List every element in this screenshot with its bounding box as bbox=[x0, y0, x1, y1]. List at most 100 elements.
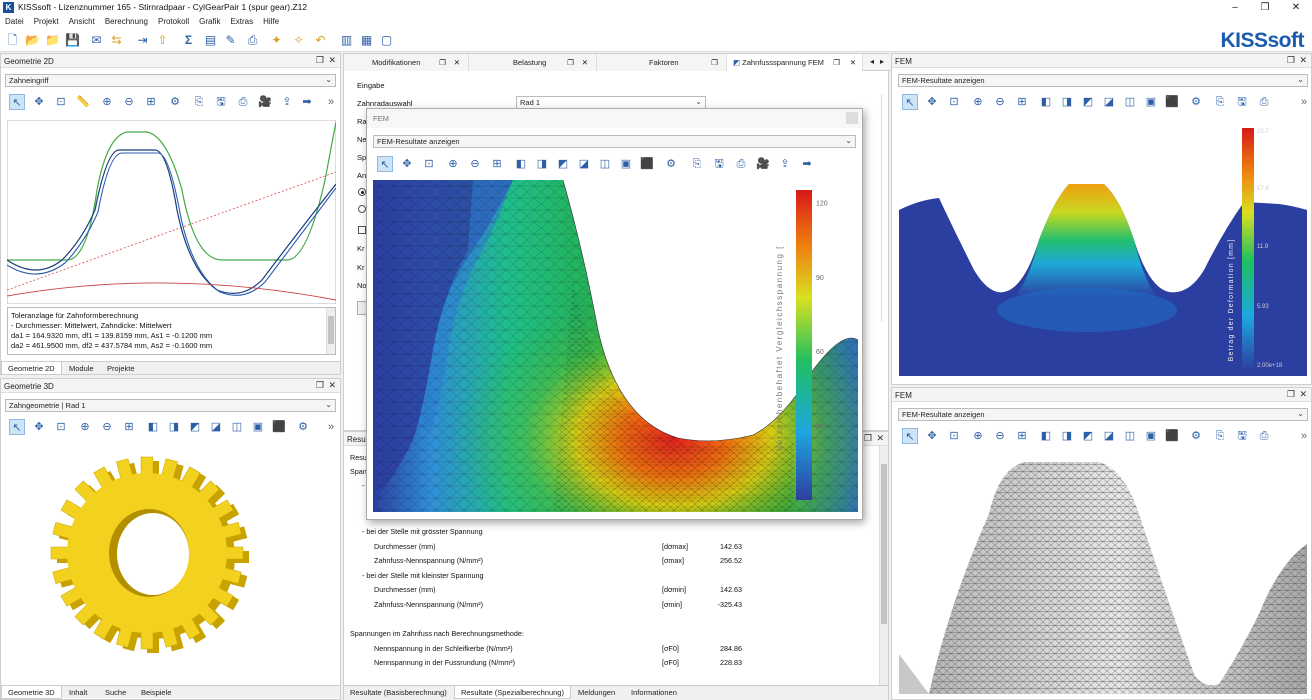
mail-icon[interactable]: ✉ bbox=[88, 32, 105, 49]
menu-grafik[interactable]: Grafik bbox=[194, 15, 225, 28]
tab-scroll-right-icon[interactable]: ▸ bbox=[880, 57, 884, 66]
zoom-window-icon[interactable]: ⊡ bbox=[421, 156, 437, 172]
tab-meldungen[interactable]: Meldungen bbox=[572, 686, 621, 699]
settings-icon[interactable]: ⚙ bbox=[1188, 428, 1204, 444]
tab-scroll-left-icon[interactable]: ◂ bbox=[870, 57, 874, 66]
view-front-icon[interactable]: ◧ bbox=[1038, 94, 1054, 110]
float-icon[interactable]: ❐ bbox=[833, 58, 840, 67]
settings-icon[interactable]: ⚙ bbox=[167, 94, 183, 110]
tab-informationen[interactable]: Informationen bbox=[625, 686, 683, 699]
calculate-icon[interactable]: Σ bbox=[180, 32, 197, 49]
fem-popup-close-icon[interactable] bbox=[846, 112, 858, 124]
select-icon[interactable]: ↖ bbox=[9, 419, 25, 435]
menu-projekt[interactable]: Projekt bbox=[29, 15, 64, 28]
report-icon[interactable]: ▤ bbox=[202, 32, 219, 49]
select-icon[interactable]: ↖ bbox=[9, 94, 25, 110]
forward-icon[interactable]: ➡ bbox=[799, 156, 815, 172]
export-icon[interactable]: ⇆ bbox=[108, 32, 125, 49]
zoom-fit-icon[interactable]: ⊞ bbox=[1014, 94, 1030, 110]
more-icon[interactable]: » bbox=[1296, 428, 1312, 444]
copy-icon[interactable]: ⎘ bbox=[191, 94, 207, 110]
restore-icon[interactable]: ❐ bbox=[1251, 0, 1279, 15]
view-bottom-icon[interactable]: ▣ bbox=[618, 156, 634, 172]
view-left-icon[interactable]: ◩ bbox=[1080, 428, 1096, 444]
radio-option-1[interactable] bbox=[358, 188, 366, 196]
zoom-in-icon[interactable]: ⊕ bbox=[445, 156, 461, 172]
float-icon[interactable]: ❐ bbox=[439, 58, 446, 67]
pan-icon[interactable]: ✥ bbox=[924, 94, 940, 110]
import-icon[interactable]: ⇥ bbox=[134, 32, 151, 49]
tab-module[interactable]: Module bbox=[63, 362, 100, 375]
view-top-icon[interactable]: ◫ bbox=[597, 156, 613, 172]
close-tab-icon[interactable]: ✕ bbox=[454, 58, 460, 67]
video-icon[interactable]: 🎥 bbox=[257, 94, 273, 110]
view-right-icon[interactable]: ◪ bbox=[208, 419, 224, 435]
results-scrollbar[interactable] bbox=[879, 446, 888, 686]
zoom-window-icon[interactable]: ⊡ bbox=[946, 94, 962, 110]
close-panel-icon[interactable]: ✕ bbox=[1299, 55, 1307, 66]
view-back-icon[interactable]: ◨ bbox=[166, 419, 182, 435]
folder-up-icon[interactable]: ⇧ bbox=[154, 32, 171, 49]
tab-geometrie-3d[interactable]: Geometrie 3D bbox=[1, 686, 62, 699]
new-file-icon[interactable]: 🗋 bbox=[4, 32, 21, 49]
view-front-icon[interactable]: ◧ bbox=[145, 419, 161, 435]
open-project-icon[interactable]: 📁 bbox=[44, 32, 61, 49]
more-icon[interactable]: » bbox=[323, 94, 339, 110]
minimize-icon[interactable]: – bbox=[1221, 0, 1249, 15]
geometry-2d-dropdown[interactable]: Zahneingriff ⌄ bbox=[5, 74, 336, 87]
menu-ansicht[interactable]: Ansicht bbox=[64, 15, 100, 28]
table-icon[interactable]: ▦ bbox=[358, 32, 375, 49]
zoom-in-icon[interactable]: ⊕ bbox=[970, 94, 986, 110]
view-left-icon[interactable]: ◩ bbox=[555, 156, 571, 172]
settings-icon[interactable]: ⚙ bbox=[1188, 94, 1204, 110]
pan-icon[interactable]: ✥ bbox=[31, 419, 47, 435]
sizing-icon[interactable]: ✦ bbox=[268, 32, 285, 49]
zoom-window-icon[interactable]: ⊡ bbox=[53, 94, 69, 110]
zoom-in-icon[interactable]: ⊕ bbox=[77, 419, 93, 435]
zoom-fit-icon[interactable]: ⊞ bbox=[121, 419, 137, 435]
tab-projekte[interactable]: Projekte bbox=[101, 362, 141, 375]
float-icon[interactable]: ❐ bbox=[567, 58, 574, 67]
view-iso-icon[interactable]: ⬛ bbox=[639, 156, 655, 172]
tab-belastung[interactable]: Belastung ❐ ✕ bbox=[469, 54, 597, 71]
copy-icon[interactable]: ⎘ bbox=[1212, 428, 1228, 444]
zoom-out-icon[interactable]: ⊖ bbox=[992, 428, 1008, 444]
tab-zahnfussspannung-fem[interactable]: ◩ Zahnfussspannung FEM ❐ ✕ bbox=[727, 54, 863, 71]
close-panel-icon[interactable]: ✕ bbox=[876, 433, 884, 444]
view-front-icon[interactable]: ◧ bbox=[1038, 428, 1054, 444]
float-icon[interactable]: ❐ bbox=[316, 380, 324, 391]
video-icon[interactable]: 🎥 bbox=[755, 156, 771, 172]
view-front-icon[interactable]: ◧ bbox=[513, 156, 529, 172]
more-icon[interactable]: » bbox=[1296, 94, 1312, 110]
view-right-icon[interactable]: ◪ bbox=[1101, 428, 1117, 444]
tab-modifikationen[interactable]: Modifikationen ❐ ✕ bbox=[344, 54, 469, 71]
settings-icon[interactable]: ⚙ bbox=[663, 156, 679, 172]
float-icon[interactable]: ❐ bbox=[711, 58, 718, 67]
copy-icon[interactable]: ⎘ bbox=[1212, 94, 1228, 110]
view-back-icon[interactable]: ◨ bbox=[1059, 428, 1075, 444]
fem-mesh-dropdown[interactable]: FEM-Resultate anzeigen ⌄ bbox=[898, 408, 1308, 421]
view-iso-icon[interactable]: ⬛ bbox=[1164, 428, 1180, 444]
forward-icon[interactable]: ➡ bbox=[299, 94, 315, 110]
more-icon[interactable]: » bbox=[323, 419, 339, 435]
close-panel-icon[interactable]: ✕ bbox=[328, 55, 336, 66]
save-image-icon[interactable]: 🖫 bbox=[1234, 428, 1250, 444]
select-icon[interactable]: ↖ bbox=[377, 156, 393, 172]
view-top-icon[interactable]: ◫ bbox=[1122, 94, 1138, 110]
fem-deformation-dropdown[interactable]: FEM-Resultate anzeigen ⌄ bbox=[898, 74, 1308, 87]
view-bottom-icon[interactable]: ▣ bbox=[250, 419, 266, 435]
save-image-icon[interactable]: 🖫 bbox=[1234, 94, 1250, 110]
view-left-icon[interactable]: ◩ bbox=[187, 419, 203, 435]
close-panel-icon[interactable]: ✕ bbox=[328, 380, 336, 391]
float-icon[interactable]: ❐ bbox=[864, 433, 872, 444]
save-image-icon[interactable]: 🖫 bbox=[213, 94, 229, 110]
zoom-out-icon[interactable]: ⊖ bbox=[992, 94, 1008, 110]
menu-protokoll[interactable]: Protokoll bbox=[153, 15, 194, 28]
menu-extras[interactable]: Extras bbox=[225, 15, 258, 28]
view-back-icon[interactable]: ◨ bbox=[1059, 94, 1075, 110]
zoom-fit-icon[interactable]: ⊞ bbox=[143, 94, 159, 110]
print-icon[interactable]: ⎙ bbox=[244, 32, 261, 49]
view-bottom-icon[interactable]: ▣ bbox=[1143, 428, 1159, 444]
close-panel-icon[interactable]: ✕ bbox=[1299, 389, 1307, 400]
zoom-fit-icon[interactable]: ⊞ bbox=[489, 156, 505, 172]
